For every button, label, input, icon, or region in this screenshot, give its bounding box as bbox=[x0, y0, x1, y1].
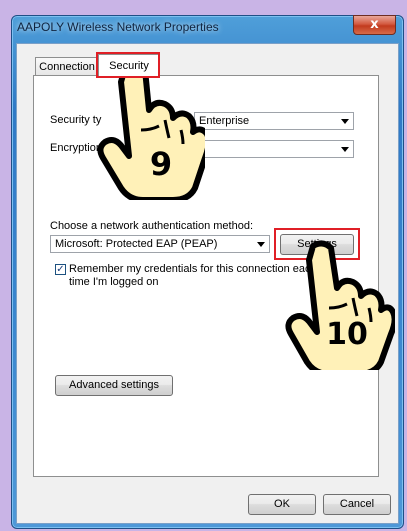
chevron-down-icon bbox=[257, 242, 265, 247]
close-button[interactable]: x bbox=[353, 15, 396, 35]
encryption-type-select[interactable] bbox=[194, 140, 354, 158]
remember-credentials-label-line2: time I'm logged on bbox=[69, 276, 159, 288]
cancel-button[interactable]: Cancel bbox=[323, 494, 391, 515]
chevron-down-icon bbox=[341, 119, 349, 124]
auth-method-label: Choose a network authentication method: bbox=[50, 220, 254, 232]
remember-credentials-label: Remember my credentials for this connect… bbox=[69, 263, 311, 275]
ok-button[interactable]: OK bbox=[248, 494, 316, 515]
chevron-down-icon bbox=[341, 147, 349, 152]
security-type-value: Enterprise bbox=[199, 115, 250, 127]
encryption-type-label: Encryption t bbox=[50, 142, 109, 154]
auth-method-select[interactable]: Microsoft: Protected EAP (PEAP) bbox=[50, 235, 270, 253]
security-type-label: Security ty bbox=[50, 114, 102, 126]
security-tab-highlight bbox=[96, 52, 160, 78]
window-title: AAPOLY Wireless Network Properties bbox=[17, 20, 219, 34]
advanced-settings-button[interactable]: Advanced settings bbox=[55, 375, 173, 396]
security-type-select[interactable]: Enterprise bbox=[194, 112, 354, 130]
auth-method-value: Microsoft: Protected EAP (PEAP) bbox=[55, 238, 218, 250]
tab-connection[interactable]: Connection bbox=[35, 57, 99, 76]
remember-credentials-checkbox[interactable]: ✓ bbox=[55, 264, 66, 275]
settings-button-highlight bbox=[274, 228, 360, 260]
